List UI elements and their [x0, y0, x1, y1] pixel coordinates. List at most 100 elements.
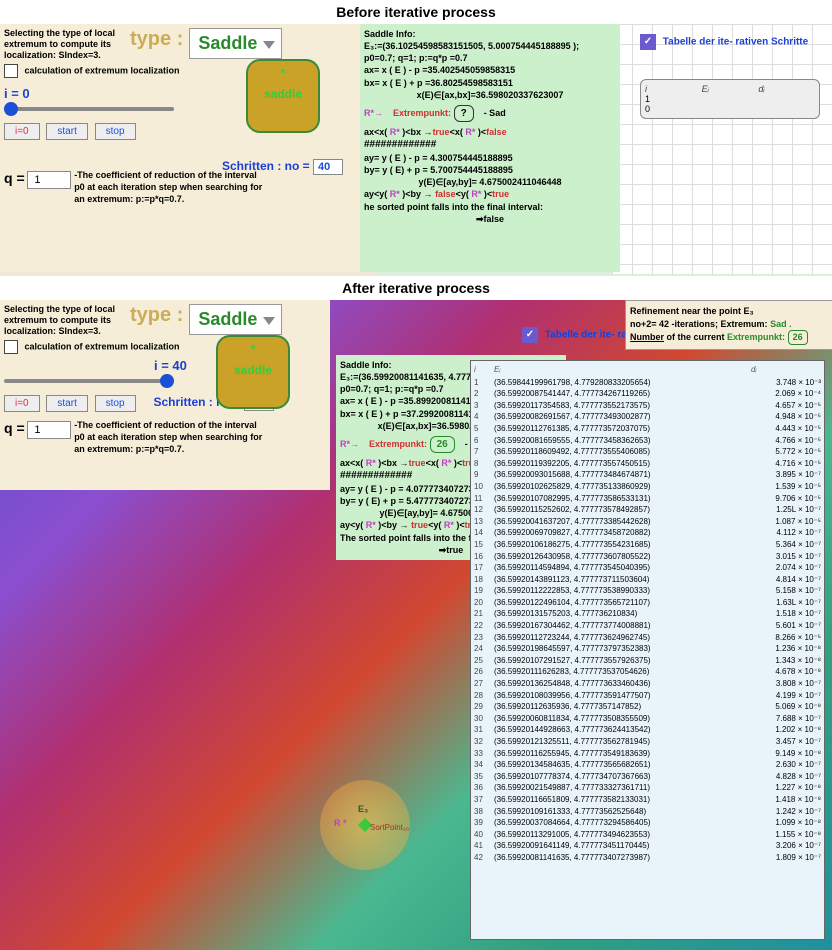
select-type-text: Selecting the type of local extremum to …: [4, 304, 124, 336]
grid-background: [612, 24, 832, 274]
q-input[interactable]: 1: [27, 171, 71, 189]
stop-button[interactable]: stop: [95, 123, 136, 140]
extrempunkt-label: Extrempunkt:: [393, 108, 451, 118]
refinement-info: Refinement near the point E₃ no+2= 42 -i…: [625, 300, 832, 350]
table-row: 38(36.59920109161333, 4.77773562525648)1…: [474, 806, 821, 818]
iter-th-i: i: [474, 364, 494, 376]
table-row: 12(36.59920115252602, 4.777773578492857)…: [474, 504, 821, 516]
small-circle-marker: [62, 805, 70, 813]
table-row: 5(36.59920112761385, 4.777773572037075)4…: [474, 423, 821, 435]
table-row: 40(36.59920113291005, 4.777773494623553)…: [474, 829, 821, 841]
before-title: Before iterative process: [0, 0, 832, 24]
schritten-label: Schritten : no =: [222, 159, 310, 173]
iteration-slider[interactable]: [4, 101, 174, 117]
table-row: 16(36.59920126430958, 4.777773607805522)…: [474, 551, 821, 563]
type-dropdown[interactable]: Saddle: [189, 304, 282, 335]
sad-label: - Sad: [484, 108, 506, 118]
calc-checkbox-label: calculation of extremum localization: [25, 342, 180, 352]
info-bx: bx= x ( E ) + p =36.80254598583151: [364, 77, 616, 89]
table-row: 41(36.59920091641149, 4.777773451170445)…: [474, 840, 821, 852]
mini-row-0: 0: [645, 104, 815, 114]
table-row: 28(36.59920108039956, 4.777773591477507)…: [474, 690, 821, 702]
table-row: 29(36.59920112635936, 4.7777357147852)5.…: [474, 701, 821, 713]
type-dropdown[interactable]: Saddle: [189, 28, 282, 59]
saddle-dot-icon: *: [248, 65, 318, 81]
calc-checkbox[interactable]: [4, 64, 18, 78]
table-row: 15(36.59920106186275, 4.777773554231685)…: [474, 539, 821, 551]
table-row: 31(36.59920144928663, 4.777773624413542)…: [474, 724, 821, 736]
table-row: 30(36.59920060811834, 4.777773508355509)…: [474, 713, 821, 725]
stop-button[interactable]: stop: [95, 395, 136, 412]
q-label: q =: [4, 420, 25, 436]
left-controls: Selecting the type of local extremum to …: [0, 24, 360, 272]
q-input[interactable]: 1: [27, 421, 71, 439]
tabelle-checkbox[interactable]: ✓: [522, 327, 538, 343]
table-row: 33(36.59920116255945, 4.777773549183639)…: [474, 748, 821, 760]
slider-label: i = 0: [4, 86, 30, 101]
table-row: 1(36.59844199961798, 4.779280833205654)3…: [474, 377, 821, 389]
mini-th-d: dᵢ: [758, 84, 815, 94]
tabelle-checkbox[interactable]: ✓: [640, 34, 656, 50]
table-row: 20(36.59920122496104, 4.777773565721107)…: [474, 597, 821, 609]
calc-checkbox-label: calculation of extremum localization: [25, 66, 180, 76]
table-row: 3(36.59920117354583, 4.777773552173575)4…: [474, 400, 821, 412]
slider-thumb[interactable]: [160, 374, 174, 388]
table-row: 2(36.59920087541447, 4.777734267119265)2…: [474, 388, 821, 400]
table-row: 25(36.59920107291527, 4.777773557926375)…: [474, 655, 821, 667]
info-sorted: he sorted point falls into the final int…: [364, 201, 616, 213]
i0-button[interactable]: i=0: [4, 395, 40, 412]
coeff-text: -The coefficient of reduction of the int…: [74, 420, 264, 455]
table-row: 11(36.59920107082995, 4.777773586533131)…: [474, 493, 821, 505]
start-button[interactable]: start: [46, 123, 87, 140]
table-row: 6(36.59920081659555, 4.777773458362653)4…: [474, 435, 821, 447]
mini-th-i: i: [645, 84, 702, 94]
table-row: 35(36.59920107778374, 4.777734707367663)…: [474, 771, 821, 783]
table-row: 13(36.59920041637207, 4.777773385442628)…: [474, 516, 821, 528]
type-label: type :: [130, 304, 183, 327]
iter-th-e: Eᵢ: [494, 364, 751, 376]
extrempunkt-count: 26: [788, 330, 808, 345]
table-row: 42(36.59920081141635, 4.777773407273987)…: [474, 852, 821, 864]
after-title: After iterative process: [0, 276, 832, 300]
iteration-slider[interactable]: [4, 373, 174, 389]
info-ay: ay= y ( E ) - p = 4.300754445188895: [364, 152, 616, 164]
tabelle-label: Tabelle der ite- rativen Schritte: [663, 37, 808, 48]
saddle-preview-box: * saddle: [216, 335, 290, 409]
sortpoint-marker: SortPoint₂₆: [370, 823, 409, 832]
contour-marker: R * E₃ SortPoint₂₆: [320, 780, 410, 870]
table-row: 4(36.59920082691567, 4.777773493002877)4…: [474, 411, 821, 423]
info-ye: y(E)∈[ay,by]= 4.675002411046448: [364, 176, 616, 188]
table-row: 8(36.59920119392205, 4.777773557450515)4…: [474, 458, 821, 470]
coeff-text: -The coefficient of reduction of the int…: [74, 170, 264, 205]
info-title: Saddle Info:: [364, 28, 616, 40]
select-type-text: Selecting the type of local extremum to …: [4, 28, 124, 60]
slider-label: i = 40: [154, 358, 187, 373]
table-row: 39(36.59920037084664, 4.777773294586405)…: [474, 817, 821, 829]
slider-thumb[interactable]: [4, 102, 18, 116]
extrempunkt-value: 26: [430, 436, 455, 454]
table-row: 9(36.59920093015688, 4.777773484674871)3…: [474, 469, 821, 481]
iteration-table[interactable]: i Eᵢ dᵢ 1(36.59844199961798, 4.779280833…: [470, 360, 825, 940]
saddle-box-label: saddle: [218, 363, 288, 377]
calc-checkbox[interactable]: [4, 340, 18, 354]
rstar-label: R*→: [364, 108, 383, 118]
table-row: 34(36.59920134584635, 4.777773565682651)…: [474, 759, 821, 771]
start-button[interactable]: start: [46, 395, 87, 412]
extrempunkt-value: ?: [454, 105, 474, 123]
no-input[interactable]: 40: [313, 159, 343, 175]
q-label: q =: [4, 170, 25, 186]
after-left-controls: Selecting the type of local extremum to …: [0, 300, 330, 490]
table-row: 32(36.59920121325511, 4.777773562781945)…: [474, 736, 821, 748]
table-row: 21(36.59920131575203, 4.777736210834)1.5…: [474, 608, 821, 620]
info-result: ➡false: [364, 213, 616, 225]
table-row: 17(36.59920114594894, 4.777773545040395)…: [474, 562, 821, 574]
rstar-label: R*→: [340, 439, 359, 449]
info-ax: ax= x ( E ) - p =35.402545059858315: [364, 64, 616, 76]
mini-th-e: Eᵢ: [702, 84, 759, 94]
i0-button[interactable]: i=0: [4, 123, 40, 140]
r-star-marker: R *: [334, 818, 347, 828]
info-by: by= y ( E) + p = 5.700754445188895: [364, 164, 616, 176]
info-e3: E₃:=(36.10254598583151505, 5.00075444518…: [364, 40, 616, 52]
table-row: 23(36.59920112723244, 4.777773624962745)…: [474, 632, 821, 644]
after-panel: Selecting the type of local extremum to …: [0, 300, 832, 950]
